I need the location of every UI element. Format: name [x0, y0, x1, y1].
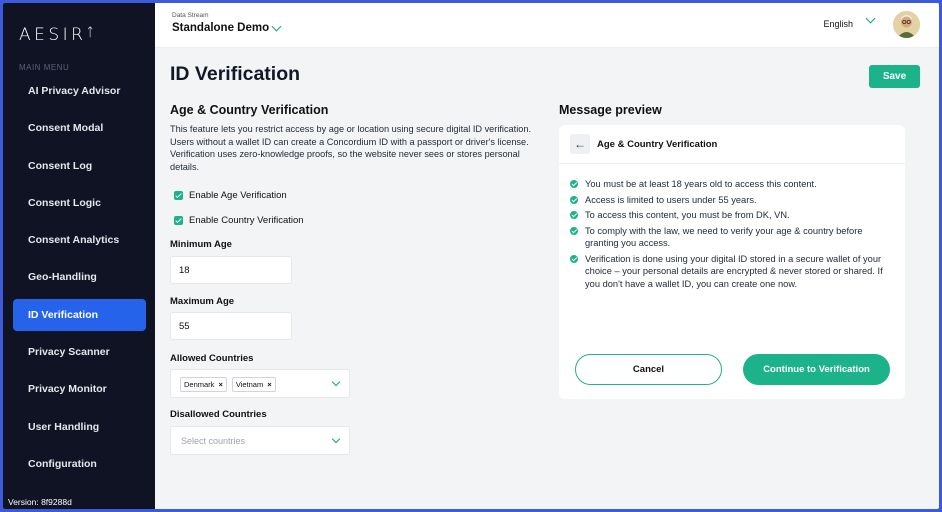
language-selector[interactable]: English: [823, 19, 853, 29]
sidebar-item-geo-handling[interactable]: Geo-Handling: [13, 261, 146, 293]
select-placeholder: Select countries: [181, 436, 246, 446]
app-window: AESIRᛏ MAIN MENU AI Privacy Advisor Cons…: [3, 3, 939, 509]
country-tag: Vietnam ×: [231, 377, 276, 392]
sidebar-item-id-verification[interactable]: ID Verification: [13, 298, 146, 331]
list-item: Verification is done using your digital …: [570, 253, 895, 291]
checkbox-checked-icon: [174, 191, 183, 200]
max-age-label: Maximum Age: [170, 296, 235, 307]
allowed-countries-label: Allowed Countries: [170, 353, 254, 364]
enable-country-checkbox[interactable]: Enable Country Verification: [174, 215, 304, 226]
save-button[interactable]: Save: [869, 65, 920, 88]
preview-card-title: Age & Country Verification: [597, 139, 718, 150]
chevron-down-icon: [271, 21, 282, 31]
allowed-countries-select[interactable]: Denmark × Vietnam ×: [170, 369, 350, 398]
back-button[interactable]: ←: [570, 134, 590, 154]
cancel-button[interactable]: Cancel: [575, 354, 722, 385]
menu-heading: MAIN MENU: [19, 63, 70, 72]
chevron-down-icon[interactable]: [865, 13, 876, 24]
main-content: ID Verification Save Age & Country Verif…: [155, 48, 939, 509]
chevron-down-icon[interactable]: [331, 434, 341, 444]
sidebar: AESIRᛏ MAIN MENU AI Privacy Advisor Cons…: [3, 3, 155, 509]
selected-tags: Denmark × Vietnam ×: [180, 377, 276, 392]
min-age-label: Minimum Age: [170, 239, 232, 250]
country-tag: Denmark ×: [180, 377, 227, 392]
preview-title: Message preview: [559, 103, 662, 117]
message-preview-card: ← Age & Country Verification You must be…: [559, 125, 905, 399]
list-item: Access is limited to users under 55 year…: [570, 194, 895, 207]
top-bar: Data Stream Standalone Demo English: [155, 3, 939, 48]
sidebar-item-consent-analytics[interactable]: Consent Analytics: [13, 224, 146, 256]
remove-tag-icon[interactable]: ×: [267, 380, 271, 389]
check-circle-icon: [570, 211, 578, 219]
sidebar-item-consent-log[interactable]: Consent Log: [13, 150, 146, 182]
sidebar-item-configuration[interactable]: Configuration: [13, 448, 146, 480]
check-circle-icon: [570, 195, 578, 204]
main-menu: AI Privacy Advisor Consent Modal Consent…: [13, 75, 146, 485]
enable-age-checkbox[interactable]: Enable Age Verification: [174, 190, 287, 201]
page-title: ID Verification: [170, 63, 301, 85]
list-item: To comply with the law, we need to verif…: [570, 225, 895, 250]
sidebar-item-ai-privacy-advisor[interactable]: AI Privacy Advisor: [13, 75, 146, 107]
check-circle-icon: [570, 254, 578, 263]
preview-list: You must be at least 18 years old to acc…: [570, 178, 895, 293]
sidebar-item-privacy-scanner[interactable]: Privacy Scanner: [13, 336, 146, 368]
continue-verification-button[interactable]: Continue to Verification: [743, 354, 890, 385]
data-stream-label: Data Stream: [172, 12, 209, 19]
data-stream-selector[interactable]: Standalone Demo: [172, 21, 282, 34]
sidebar-item-privacy-monitor[interactable]: Privacy Monitor: [13, 373, 146, 405]
preview-header: ← Age & Country Verification: [559, 125, 905, 164]
max-age-input[interactable]: [170, 312, 292, 340]
disallowed-countries-label: Disallowed Countries: [170, 409, 267, 420]
section-description: This feature lets you restrict access by…: [170, 124, 532, 172]
section-title: Age & Country Verification: [170, 103, 329, 117]
check-circle-icon: [570, 226, 578, 235]
user-avatar-icon: [893, 11, 920, 38]
chevron-down-icon[interactable]: [331, 377, 341, 387]
avatar[interactable]: [893, 11, 920, 38]
list-item: To access this content, you must be from…: [570, 209, 895, 222]
arrow-left-icon: ←: [574, 137, 586, 151]
disallowed-countries-select[interactable]: Select countries: [170, 426, 350, 455]
list-item: You must be at least 18 years old to acc…: [570, 178, 895, 191]
check-circle-icon: [570, 180, 578, 188]
remove-tag-icon[interactable]: ×: [218, 380, 222, 389]
sidebar-item-user-handling[interactable]: User Handling: [13, 411, 146, 443]
checkbox-checked-icon: [174, 216, 183, 225]
sidebar-item-consent-modal[interactable]: Consent Modal: [13, 112, 146, 144]
min-age-input[interactable]: [170, 256, 292, 284]
sidebar-item-consent-logic[interactable]: Consent Logic: [13, 187, 146, 219]
version-label: Version: 8f9288d: [8, 497, 72, 507]
logo: AESIRᛏ: [19, 25, 98, 45]
